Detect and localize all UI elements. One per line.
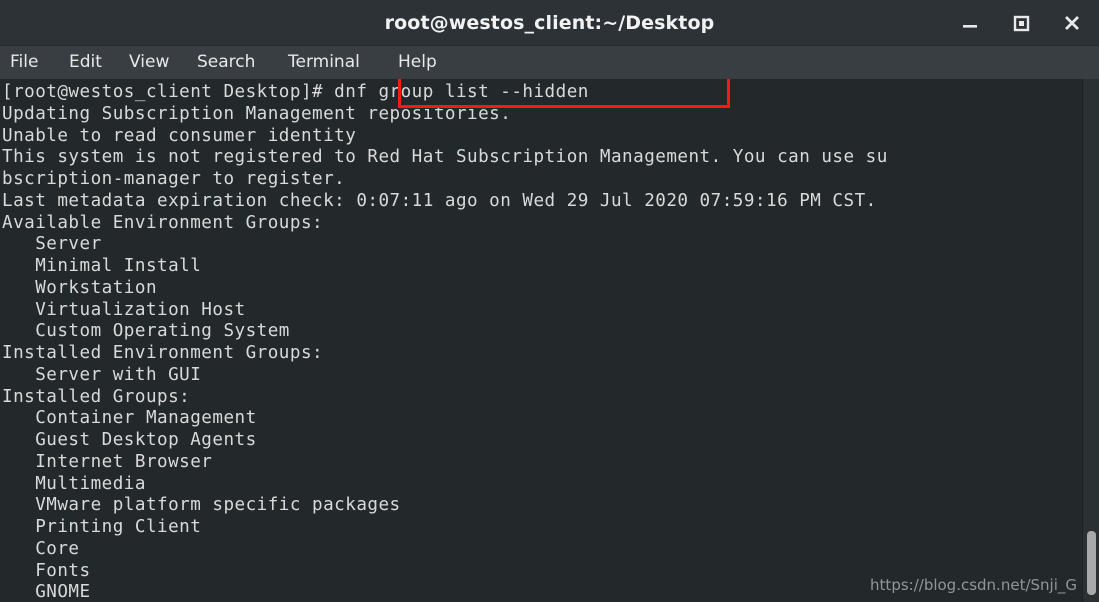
menu-item-terminal[interactable]: Terminal (288, 46, 360, 79)
menu-item-edit[interactable]: Edit (69, 46, 102, 79)
terminal-text: [root@westos_client Desktop]# dnf group … (2, 82, 888, 602)
close-button[interactable] (1057, 8, 1087, 38)
terminal-window: root@westos_client:~/Desktop File Edit V… (0, 0, 1099, 602)
terminal-scrollbar[interactable] (1082, 79, 1099, 602)
terminal-output-area[interactable]: [root@westos_client Desktop]# dnf group … (0, 79, 1099, 602)
close-icon (1065, 16, 1079, 30)
minimize-button[interactable] (955, 8, 985, 38)
menu-item-search[interactable]: Search (197, 46, 255, 79)
maximize-icon (1013, 15, 1030, 32)
menu-item-file[interactable]: File (10, 46, 38, 79)
window-title: root@westos_client:~/Desktop (384, 12, 715, 34)
menu-item-view[interactable]: View (129, 46, 169, 79)
maximize-button[interactable] (1006, 8, 1036, 38)
menu-item-help[interactable]: Help (398, 46, 437, 79)
window-titlebar: root@westos_client:~/Desktop (0, 0, 1099, 46)
watermark-text: https://blog.csdn.net/Snji_G (870, 576, 1077, 594)
minimize-icon (963, 25, 977, 28)
scrollbar-thumb[interactable] (1087, 531, 1096, 595)
menubar: File Edit View Search Terminal Help (0, 46, 1099, 79)
